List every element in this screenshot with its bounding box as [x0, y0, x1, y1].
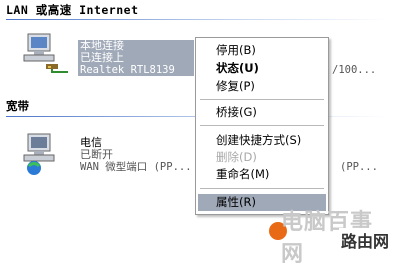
- menu-item-status[interactable]: 状态(U): [198, 60, 326, 77]
- menu-item-bridge[interactable]: 桥接(G): [198, 104, 326, 121]
- context-menu: 停用(B) 状态(U) 修复(P) 桥接(G) 创建快捷方式(S) 删除(D) …: [195, 37, 329, 215]
- lan-connection-status: 已连接上: [80, 51, 124, 64]
- menu-item-create-shortcut[interactable]: 创建快捷方式(S): [198, 132, 326, 149]
- menu-separator: [200, 188, 324, 189]
- menu-separator: [200, 125, 324, 126]
- lan-connection-icon[interactable]: [22, 30, 72, 80]
- menu-item-disable[interactable]: 停用(B): [198, 42, 326, 59]
- lan-connection-label[interactable]: 本地连接 已连接上 Realtek RTL8139: [78, 40, 194, 76]
- menu-item-repair[interactable]: 修复(P): [198, 78, 326, 95]
- menu-item-delete[interactable]: 删除(D): [198, 149, 326, 166]
- wan-connection-right-fragment: (PP...: [340, 161, 378, 173]
- watermark-line2: 路由网: [338, 228, 391, 252]
- menu-item-rename[interactable]: 重命名(M): [198, 166, 326, 183]
- broadband-group-header: 宽带: [6, 99, 29, 113]
- lan-connection-device: Realtek RTL8139: [80, 64, 175, 76]
- wan-connection-icon[interactable]: [22, 130, 72, 180]
- wan-connection-device: WAN 微型端口 (PP...: [80, 161, 192, 173]
- wan-connection-label[interactable]: 电信 已断开 WAN 微型端口 (PP...: [80, 137, 192, 174]
- wan-connection-status: 已断开: [80, 148, 113, 161]
- menu-separator: [200, 99, 324, 100]
- lan-group-divider: [6, 19, 389, 20]
- lan-group-header: LAN 或高速 Internet: [6, 3, 139, 17]
- watermark: 电脑百事网 路由网: [281, 204, 391, 267]
- lan-connection-right-fragment: /100...: [332, 64, 377, 76]
